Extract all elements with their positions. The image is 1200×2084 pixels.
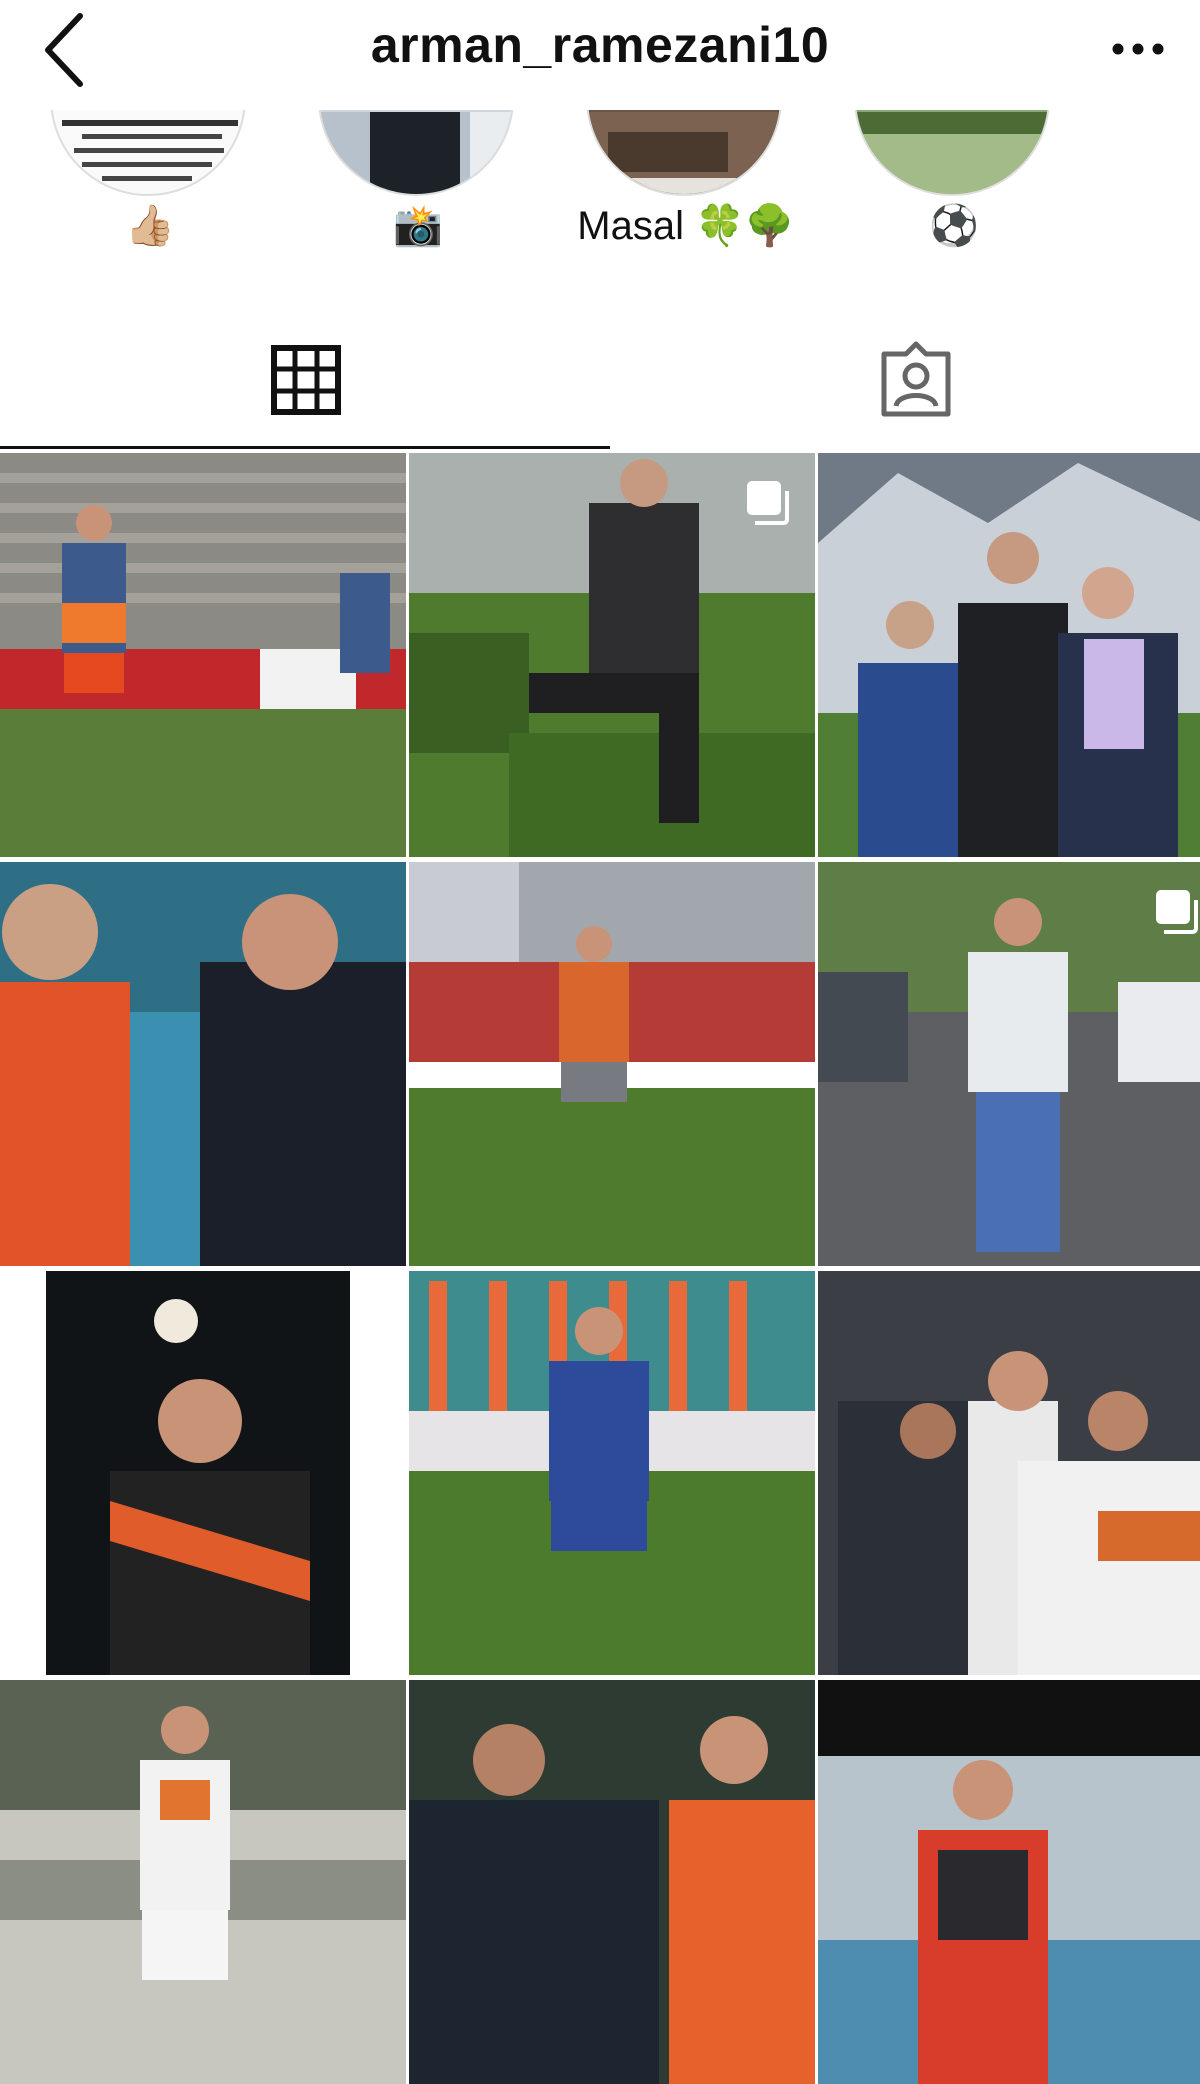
highlight-cover (50, 110, 246, 196)
post-tile[interactable] (409, 1680, 815, 2084)
post-tile[interactable] (0, 1271, 406, 1675)
post-tile[interactable] (0, 862, 406, 1266)
post-tile[interactable] (409, 453, 815, 857)
highlight-football[interactable]: ⚽ (854, 110, 1054, 290)
highlight-cover (318, 110, 514, 196)
more-horizontal-icon[interactable] (1108, 36, 1168, 62)
highlight-masal[interactable]: Masal 🍀🌳 (577, 110, 795, 290)
active-tab-indicator (0, 446, 610, 449)
post-tile[interactable] (818, 453, 1200, 857)
story-highlights: 👍🏼 📸 Masal 🍀🌳 ⚽ (0, 110, 1200, 290)
profile-tabs (0, 300, 1200, 450)
multiple-posts-icon (747, 481, 789, 525)
post-tile[interactable] (0, 453, 406, 857)
grid-icon[interactable] (266, 340, 346, 420)
tagged-person-icon[interactable] (876, 340, 956, 420)
post-tile[interactable] (818, 1271, 1200, 1675)
highlight-cover (586, 110, 782, 196)
post-tile[interactable] (409, 862, 815, 1266)
profile-username: arman_ramezani10 (370, 17, 830, 73)
highlight-label: ⚽ (929, 204, 979, 248)
post-tile[interactable] (818, 1680, 1200, 2084)
highlight-camera[interactable]: 📸 (318, 110, 518, 290)
highlight-cover (854, 110, 1050, 196)
post-tile[interactable] (0, 1680, 406, 2084)
multiple-posts-icon (1156, 890, 1198, 934)
post-tile[interactable] (409, 1271, 815, 1675)
profile-header: arman_ramezani10 (0, 0, 1200, 110)
highlight-thumbs-up[interactable]: 👍🏼 (50, 110, 250, 290)
post-tile[interactable] (818, 862, 1200, 1266)
